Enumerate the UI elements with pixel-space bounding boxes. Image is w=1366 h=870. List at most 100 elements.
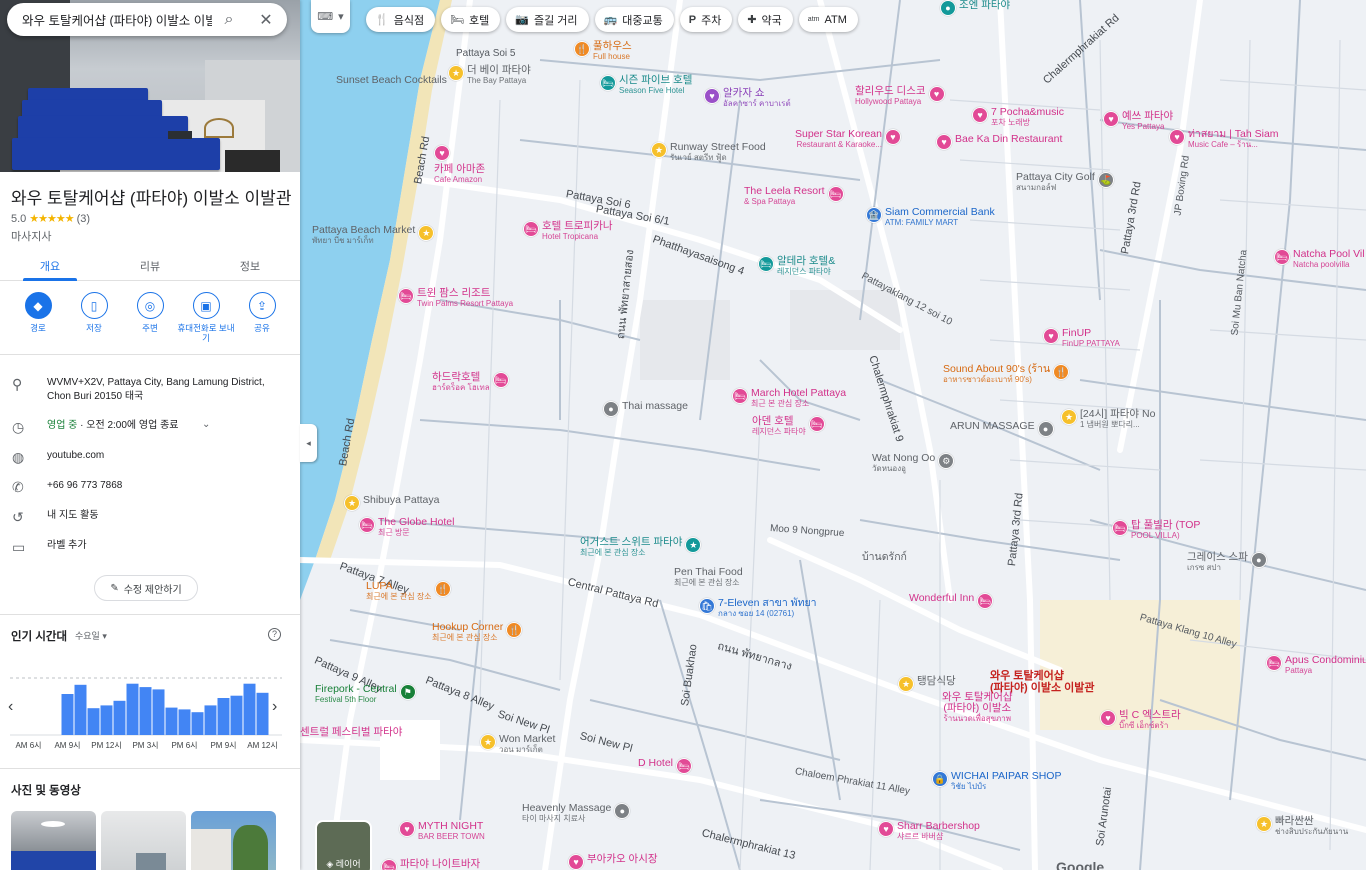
search-input[interactable] xyxy=(22,12,212,27)
chip-pharmacy[interactable]: ✚ 약국 xyxy=(738,7,793,32)
chart-bar[interactable] xyxy=(74,684,87,735)
chart-bar[interactable] xyxy=(256,692,269,735)
map-poi[interactable]: 🛏 Natcha Pool Vil Natcha poolvilla xyxy=(1274,249,1365,269)
map-poi[interactable]: 센트럴 페스티벌 파타야 xyxy=(300,727,402,738)
help-icon[interactable]: ? xyxy=(268,628,281,641)
map-poi[interactable]: ★ Won Market วอน มาร์เก็ต xyxy=(480,734,555,754)
map-poi[interactable]: ♥ 카페 아마존 Cafe Amazon xyxy=(434,145,485,184)
chevron-right-icon[interactable]: › xyxy=(272,698,277,716)
chart-bar[interactable] xyxy=(126,683,139,735)
add-label-row[interactable]: ▭ 라벨 추가 xyxy=(0,539,300,556)
map-poi[interactable]: ♥ 알카자 쇼 อัลคาซาร์ คาบาเรต์ xyxy=(704,88,791,108)
tab-reviews[interactable]: 리뷰 xyxy=(100,250,200,280)
chart-bar[interactable] xyxy=(139,687,152,735)
map-poi[interactable]: ♥ 할리우드 디스코 Hollywood Pattaya xyxy=(855,86,945,106)
map-poi[interactable]: ● Heavenly Massage 타이 마사지 치료사 xyxy=(522,803,631,823)
selected-place-poi[interactable]: 와우 토탈케어샵 (파타야) 이발소 ร้านนวดเพื่อสุขภาพ xyxy=(942,692,1013,724)
map-poi[interactable]: Sunset Beach Cocktails xyxy=(336,75,447,86)
chart-bar[interactable] xyxy=(87,708,100,735)
map-poi[interactable]: ♥ ท่าสยาม | Tah Siam Music Cafe – ร้าน... xyxy=(1169,129,1279,149)
map-poi[interactable]: 🍴 LUPA 최근에 본 관심 장소 xyxy=(366,581,451,601)
map-poi[interactable]: ● 그레이스 스파 เกรซ สปา xyxy=(1187,552,1267,572)
hours-row[interactable]: ◷ 영업 중 · 오전 2:00에 영업 종료 ⌄ xyxy=(0,419,300,436)
chart-bar[interactable] xyxy=(113,700,126,735)
map-poi[interactable]: ♥ Sharr Barbershop 샤르르 바버샵 xyxy=(878,821,980,841)
chart-bar[interactable] xyxy=(204,705,217,735)
share-button[interactable]: ⇪ 공유 xyxy=(236,292,288,354)
map-poi[interactable]: 🛏 The Leela Resort & Spa Pattaya xyxy=(744,186,844,206)
map-poi[interactable]: ★ Shibuya Pattaya xyxy=(344,495,439,511)
map-poi[interactable]: ★ 탱담식당 xyxy=(898,676,956,692)
chip-parking[interactable]: P 주차 xyxy=(679,7,733,32)
chip-atm[interactable]: atm ATM xyxy=(798,7,858,32)
tab-about[interactable]: 정보 xyxy=(200,250,300,280)
photo-thumbnail[interactable] xyxy=(191,811,276,870)
map-poi[interactable]: Pen Thai Food 최근에 본 관심 장소 xyxy=(674,567,743,588)
map-poi[interactable]: 🏦 Siam Commercial Bank ATM: FAMILY MART xyxy=(866,207,995,227)
chip-hotels[interactable]: 🛏 호텔 xyxy=(441,7,501,32)
map-poi[interactable]: ★ 빠라싼싼 ช่างสิบประกันภัยนาน xyxy=(1256,816,1348,836)
chevron-down-icon[interactable]: ⌄ xyxy=(202,419,210,430)
map-poi[interactable]: ♥ 예쓰 파타야 Yes Pattaya xyxy=(1103,111,1173,131)
chip-restaurants[interactable]: 🍴 음식점 xyxy=(366,7,436,32)
map-poi[interactable]: ● Thai massage xyxy=(603,401,688,417)
rating-row[interactable]: 5.0 ★★★★★ (3) xyxy=(11,212,90,226)
map-poi[interactable]: ♥ 빅 C 엑스트라 บิ๊กซี เอ็กซ์ตร้า xyxy=(1100,710,1181,730)
chart-bar[interactable] xyxy=(243,683,256,735)
map-poi[interactable]: 🍴 Hookup Corner 최근에 본 관심 장소 xyxy=(432,622,523,642)
collapse-panel-button[interactable]: ◂ xyxy=(300,424,317,462)
chart-bar[interactable] xyxy=(230,695,243,735)
map-poi[interactable]: 🛏 트윈 팜스 리조트 Twin Palms Resort Pattaya xyxy=(398,288,513,308)
phone-row[interactable]: ✆ +66 96 773 7868 xyxy=(0,479,300,496)
chart-bar[interactable] xyxy=(217,698,230,735)
send-to-phone-button[interactable]: ▣ 휴대전화로 보내기 xyxy=(177,292,235,354)
map-poi[interactable]: ★ 더 베이 파타야 The Bay Pattaya xyxy=(448,65,531,85)
map-poi[interactable]: 🔒 WICHAI PAIPAR SHOP วิชัย ไปป์ร xyxy=(932,771,1061,791)
chart-bar[interactable] xyxy=(191,712,204,735)
photo-thumbnail[interactable] xyxy=(11,811,96,870)
close-icon[interactable]: ✕ xyxy=(255,9,277,31)
save-button[interactable]: ▯ 저장 xyxy=(68,292,120,354)
map-poi[interactable]: 🛏 아덴 호텔 레지던스 파타야 xyxy=(752,416,825,436)
map-poi[interactable]: ♥ Super Star Korean Restaurant & Karaoke..… xyxy=(795,129,901,149)
map-poi[interactable]: 🛏 March Hotel Pattaya 최근 본 관심 장소 xyxy=(732,388,846,408)
map-poi[interactable]: ♥ FinUP FinUP PATTAYA xyxy=(1043,328,1120,348)
nearby-button[interactable]: ◎ 주변 xyxy=(124,292,176,354)
map-poi[interactable]: ⚙ Wat Nong Oo วัดหนองอู xyxy=(872,453,955,473)
map-poi[interactable]: 🛏 D Hotel xyxy=(638,758,693,774)
chart-bar[interactable] xyxy=(100,705,113,735)
suggest-edit-button[interactable]: ✎ 수정 제안하기 xyxy=(94,575,198,601)
map-poi[interactable]: ⚑ Firepork - Central Festival 5th Floor xyxy=(315,684,416,704)
map-poi[interactable]: 🛏 Apus Condominiu Pattaya xyxy=(1266,655,1366,675)
tab-overview[interactable]: 개요 xyxy=(0,250,100,281)
map-poi[interactable]: ● 조엔 파타야 xyxy=(940,0,1010,16)
layer-toggle-button[interactable]: ◈ 레이어 xyxy=(315,820,372,870)
photo-thumbnail[interactable] xyxy=(101,811,186,870)
place-category[interactable]: 마사지사 xyxy=(11,228,51,244)
map-poi[interactable]: ★ Runway Street Food รันเวย์ สตรีท ฟู้ด xyxy=(651,142,766,162)
search-icon[interactable]: ⌕ xyxy=(218,9,240,31)
chevron-left-icon[interactable]: ‹ xyxy=(8,698,13,716)
website-row[interactable]: ◍ youtube.com xyxy=(0,449,300,466)
map-poi[interactable]: ♥ 부아카오 아시장 xyxy=(568,854,658,870)
chart-bar[interactable] xyxy=(178,709,191,735)
chart-bar[interactable] xyxy=(61,694,74,735)
map-poi[interactable]: 🛏 시즌 파이브 호텔 Season Five Hotel xyxy=(600,75,692,95)
map-poi[interactable]: ♥ 7 Pocha&music 포차 노래방 xyxy=(972,107,1064,127)
map-poi[interactable]: 🍴 Sound About 90's (ร้าน อาหารซาวด์อะเบาท์… xyxy=(943,364,1070,384)
address-row[interactable]: ⚲ WVMV+X2V, Pattaya City, Bang Lamung Di… xyxy=(0,376,300,404)
map-poi[interactable]: ♥ Bae Ka Din Restaurant xyxy=(936,134,1062,150)
chip-transit[interactable]: 🚌 대중교통 xyxy=(594,7,674,32)
map-poi[interactable]: ♥ MYTH NIGHT BAR BEER TOWN xyxy=(399,821,485,841)
chart-bar[interactable] xyxy=(152,689,165,735)
map-poi[interactable]: 🍴 풀하우스 Full house xyxy=(574,41,632,61)
map-poi[interactable]: ★ Pattaya Beach Market พัทยา บีช มาร์เก็ท xyxy=(312,225,435,245)
map-poi[interactable]: 🛏 호텔 트로피카나 Hotel Tropicana xyxy=(523,221,613,241)
map-activity-row[interactable]: ↺ 내 지도 활동 xyxy=(0,509,300,526)
input-tools-button[interactable]: ⌨ ▾ xyxy=(311,0,350,33)
directions-button[interactable]: ◆ 경로 xyxy=(12,292,64,354)
map-poi[interactable]: ★ 어거스트 스위트 파타야 최근에 본 관심 장소 xyxy=(580,537,702,557)
map-poi[interactable]: ★ [24시] 파타야 No 1 냅버원 뽀다리... xyxy=(1061,409,1155,429)
map-poi[interactable]: 🛏 파타야 나이트바자 xyxy=(381,859,480,870)
map-poi[interactable]: 🛏 하드락호텔 ฮาร์ดร็อค โฮเทล xyxy=(432,372,509,392)
